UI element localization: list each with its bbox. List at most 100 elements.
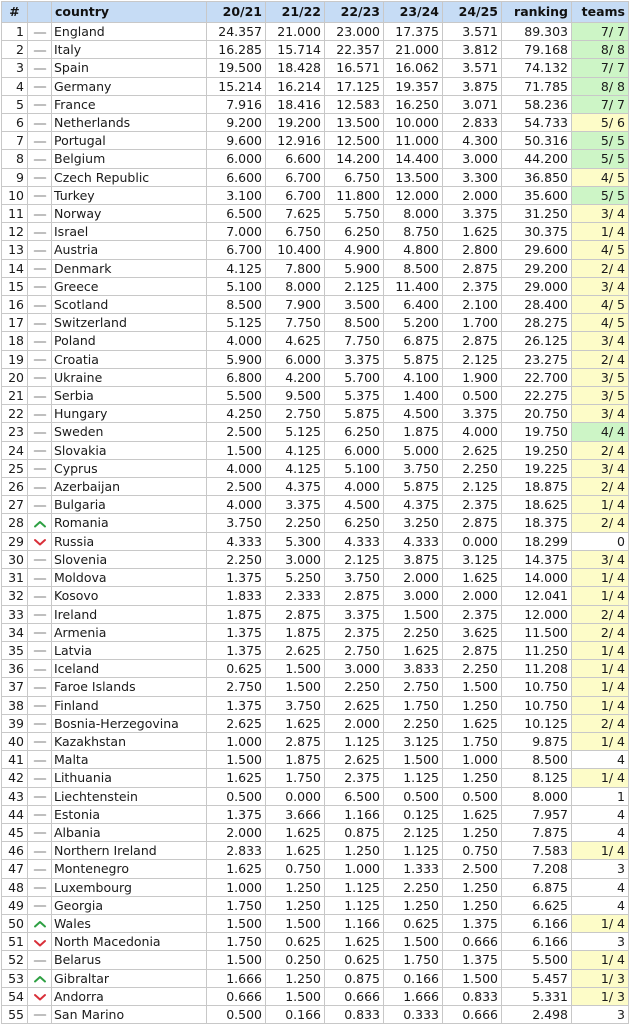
header-season-2021[interactable]: 20/21 [206,1,266,23]
ranking-points-cell: 10.125 [501,713,572,733]
country-cell[interactable]: Scotland [51,295,207,315]
country-cell[interactable]: Faroe Islands [51,677,207,697]
season-points-cell: 4.000 [442,422,502,442]
country-cell[interactable]: Germany [51,76,207,96]
country-cell[interactable]: Greece [51,276,207,297]
table-row: 29 Russia 4.333 5.300 4.333 4.333 0.000 18.299 0 [1,531,629,551]
season-points-cell: 19.200 [265,113,325,133]
country-cell[interactable]: San Marino [51,1004,207,1025]
season-points-cell: 1.375 [442,913,502,934]
teams-cell: 4 [571,877,629,897]
trend-cell [27,604,52,624]
country-cell[interactable]: Norway [51,204,207,224]
season-points-cell: 5.900 [206,349,266,369]
season-points-cell: 7.750 [265,313,325,333]
rank-cell: 49 [1,895,28,915]
country-cell[interactable]: Liechtenstein [51,786,207,806]
country-cell[interactable]: Armenia [51,622,207,642]
header-season-2122[interactable]: 21/22 [265,1,325,23]
country-cell[interactable]: Romania [51,513,207,533]
trend-cell [27,149,52,169]
rank-cell: 27 [1,495,28,515]
header-season-2223[interactable]: 22/23 [324,1,384,23]
season-points-cell: 7.916 [206,94,266,115]
country-cell[interactable]: Kazakhstan [51,731,207,752]
season-points-cell: 4.125 [265,458,325,479]
header-country[interactable]: country [51,1,207,23]
ranking-points-cell: 7.957 [501,804,572,824]
country-cell[interactable]: Finland [51,695,207,715]
header-season-2324[interactable]: 23/24 [383,1,443,23]
country-cell[interactable]: Northern Ireland [51,841,207,861]
country-cell[interactable]: North Macedonia [51,932,207,952]
country-cell[interactable]: Russia [51,531,207,551]
table-row: 6 Netherlands 9.200 19.200 13.500 10.000 2.833… [1,113,629,133]
country-cell[interactable]: Slovakia [51,440,207,460]
country-cell[interactable]: Italy [51,40,207,60]
country-cell[interactable]: Bulgaria [51,495,207,515]
country-cell[interactable]: Belgium [51,149,207,169]
table-row: 17 Switzerland 5.125 7.750 8.500 5.200 1.700 28… [1,313,629,333]
country-cell[interactable]: Kosovo [51,586,207,606]
table-row: 18 Poland 4.000 4.625 7.750 6.875 2.875 26.125 3… [1,331,629,351]
table-body: 1 England 24.357 21.000 23.000 17.375 3.571 89.… [1,21,629,1025]
country-cell[interactable]: Georgia [51,895,207,915]
season-points-cell: 1.250 [442,895,502,915]
country-cell[interactable]: Portugal [51,131,207,151]
country-cell[interactable]: Latvia [51,640,207,661]
teams-cell: 1/ 4 [571,768,629,788]
country-cell[interactable]: Lithuania [51,768,207,788]
country-cell[interactable]: Wales [51,913,207,934]
country-cell[interactable]: Netherlands [51,113,207,133]
country-cell[interactable]: Cyprus [51,458,207,479]
table-row: 43 Liechtenstein 0.500 0.000 6.500 0.500 0.500… [1,786,629,806]
country-cell[interactable]: Iceland [51,659,207,679]
trend-cell [27,1004,52,1025]
country-cell[interactable]: Switzerland [51,313,207,333]
trend-same-icon [33,341,46,343]
header-teams[interactable]: teams [571,1,629,23]
ranking-points-cell: 22.275 [501,386,572,406]
season-points-cell: 1.750 [206,932,266,952]
season-points-cell: 1.875 [383,422,443,442]
country-cell[interactable]: Azerbaijan [51,477,207,497]
country-cell[interactable]: Israel [51,222,207,242]
country-cell[interactable]: Serbia [51,386,207,406]
country-cell[interactable]: Albania [51,822,207,843]
country-cell[interactable]: Estonia [51,804,207,824]
country-cell[interactable]: Poland [51,331,207,351]
country-cell[interactable]: Moldova [51,568,207,588]
country-cell[interactable]: Croatia [51,349,207,369]
country-cell[interactable]: England [51,21,207,42]
header-season-2425[interactable]: 24/25 [442,1,502,23]
country-cell[interactable]: Turkey [51,185,207,206]
rank-cell: 46 [1,841,28,861]
country-cell[interactable]: Czech Republic [51,167,207,187]
country-cell[interactable]: Spain [51,58,207,78]
teams-cell: 2/ 4 [571,349,629,369]
header-rank[interactable]: # [1,1,28,23]
header-ranking[interactable]: ranking [501,1,572,23]
country-cell[interactable]: Montenegro [51,859,207,879]
country-cell[interactable]: Bosnia-Herzegovina [51,713,207,733]
country-cell[interactable]: Slovenia [51,549,207,570]
country-cell[interactable]: Sweden [51,422,207,442]
rank-cell: 12 [1,222,28,242]
trend-same-icon [33,632,46,635]
season-points-cell: 3.625 [442,622,502,642]
season-points-cell: 0.625 [206,659,266,679]
season-points-cell: 2.875 [265,604,325,624]
country-cell[interactable]: Belarus [51,950,207,970]
country-cell[interactable]: Austria [51,240,207,260]
country-cell[interactable]: Luxembourg [51,877,207,897]
country-cell[interactable]: Ireland [51,604,207,624]
season-points-cell: 2.833 [206,841,266,861]
country-cell[interactable]: Malta [51,750,207,770]
country-cell[interactable]: Ukraine [51,367,207,388]
teams-cell: 4/ 5 [571,313,629,333]
country-cell[interactable]: France [51,94,207,115]
country-cell[interactable]: Hungary [51,404,207,424]
country-cell[interactable]: Andorra [51,986,207,1006]
country-cell[interactable]: Denmark [51,258,207,278]
country-cell[interactable]: Gibraltar [51,968,207,988]
